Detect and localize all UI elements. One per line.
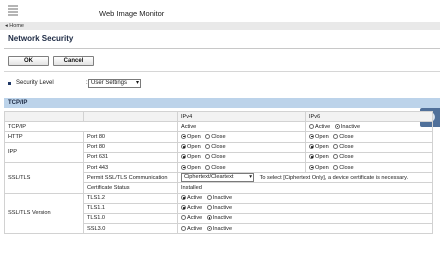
version-label: TLS1.2 <box>83 192 178 204</box>
chevron-down-icon: ▾ <box>135 80 139 86</box>
permit-ssl-select[interactable]: Ciphertext/Cleartext ▾ <box>181 173 254 182</box>
ssl-ipv6-open-radio[interactable]: Open <box>309 164 329 171</box>
radio-icon <box>206 205 212 211</box>
col-ipv6: IPv6 <box>305 110 433 123</box>
radio-selected-icon <box>309 144 314 150</box>
radio-icon <box>205 133 211 139</box>
table-row: SSL/TLS Port 443 Open Close Open Close <box>4 161 433 194</box>
table-row: SSL/TLS Version TLS1.2 Active Inactive <box>4 192 433 235</box>
ipp631-ipv4-open-radio[interactable]: Open <box>181 154 201 160</box>
page-title: Network Security <box>8 34 74 43</box>
radio-icon <box>309 123 314 129</box>
radio-icon <box>333 133 339 139</box>
port-label: Port 631 <box>83 151 178 163</box>
app-title: Web Image Monitor <box>99 9 165 18</box>
radio-icon <box>333 164 339 170</box>
tcpip-ipv6-inactive-radio[interactable]: Inactive <box>334 123 360 130</box>
radio-selected-icon <box>206 225 212 231</box>
ipp80-ipv6-close-radio[interactable]: Close <box>333 144 354 150</box>
http-ipv4-open-radio[interactable]: Open <box>181 133 201 140</box>
tls10-inactive-radio[interactable]: Inactive <box>206 215 232 221</box>
radio-selected-icon <box>334 123 340 129</box>
row-label: IPP <box>4 141 84 163</box>
radio-icon <box>181 225 186 231</box>
ok-button[interactable]: OK <box>8 56 49 66</box>
radio-selected-icon <box>309 164 314 170</box>
radio-selected-icon <box>309 133 314 139</box>
logo-icon <box>8 5 18 17</box>
ipp631-ipv6-open-radio[interactable]: Open <box>309 154 329 160</box>
cancel-button[interactable]: Cancel <box>53 56 94 66</box>
breadcrumb-bar: ◂ Home <box>0 22 440 30</box>
row-label: HTTP <box>4 131 84 143</box>
ipp80-ipv4-close-radio[interactable]: Close <box>205 144 226 150</box>
col-ipv4: IPv4 <box>177 110 306 123</box>
radio-selected-icon <box>206 215 212 221</box>
divider <box>4 71 440 72</box>
certificate-status-label: Certificate Status <box>83 182 178 194</box>
table-row: IPP Port 80 Open Close Open Close <box>4 141 433 163</box>
port-label: Port 80 <box>83 131 178 143</box>
divider <box>4 48 440 49</box>
ssl30-active-radio[interactable]: Active <box>181 225 202 232</box>
security-level-value: User Settings <box>91 80 128 86</box>
ipp80-ipv6-open-radio[interactable]: Open <box>309 144 329 150</box>
radio-selected-icon <box>181 133 186 139</box>
table-header-row: IPv4 IPv6 <box>4 110 433 123</box>
ipp80-ipv4-open-radio[interactable]: Open <box>181 144 201 150</box>
ssl-ipv6-close-radio[interactable]: Close <box>333 164 354 171</box>
row-label: TCP/IP <box>4 121 178 133</box>
version-label: TLS1.0 <box>83 212 178 225</box>
chevron-down-icon: ▾ <box>249 174 252 181</box>
top-bar: Web Image Monitor <box>0 0 440 22</box>
port-label: Port 80 <box>83 141 178 153</box>
radio-icon <box>206 195 212 201</box>
table-row: HTTP Port 80 Open Close Open Close <box>4 131 433 143</box>
security-level-select[interactable]: User Settings ▾ <box>88 79 141 88</box>
http-ipv6-close-radio[interactable]: Close <box>333 133 354 140</box>
ipp631-ipv6-close-radio[interactable]: Close <box>333 154 354 160</box>
http-ipv4-close-radio[interactable]: Close <box>205 133 226 140</box>
certificate-note: To select [Ciphertext Only], a device ce… <box>259 174 409 181</box>
tcpip-settings-table: IPv4 IPv6 TCP/IP Active Active Inactive … <box>4 110 433 235</box>
radio-icon <box>181 215 186 221</box>
radio-selected-icon <box>309 154 314 160</box>
row-label: SSL/TLS Version <box>4 192 84 235</box>
tcpip-ipv4-status: Active <box>177 121 306 133</box>
radio-icon <box>205 164 211 170</box>
certificate-status-value: Installed <box>177 182 433 194</box>
radio-selected-icon <box>181 154 186 160</box>
tls10-active-radio[interactable]: Active <box>181 215 202 221</box>
ssl30-inactive-radio[interactable]: Inactive <box>206 225 232 232</box>
bullet-icon <box>8 82 11 85</box>
radio-selected-icon <box>181 144 186 150</box>
radio-selected-icon <box>181 164 186 170</box>
home-link[interactable]: ◂ Home <box>5 23 24 29</box>
radio-icon <box>205 144 211 150</box>
port-label: Port 443 <box>83 161 178 174</box>
radio-icon <box>205 154 211 160</box>
section-header: TCP/IP <box>4 98 440 108</box>
ssl-ipv4-open-radio[interactable]: Open <box>181 164 201 171</box>
tls12-inactive-radio[interactable]: Inactive <box>206 195 232 201</box>
radio-selected-icon <box>181 195 186 201</box>
ssl-ipv4-close-radio[interactable]: Close <box>205 164 226 171</box>
tcpip-ipv6-active-radio[interactable]: Active <box>309 123 330 130</box>
table-row: TCP/IP Active Active Inactive <box>4 121 433 133</box>
tls12-active-radio[interactable]: Active <box>181 195 202 201</box>
radio-icon <box>333 154 339 160</box>
radio-icon <box>333 144 339 150</box>
ipp631-ipv4-close-radio[interactable]: Close <box>205 154 226 160</box>
version-label: SSL3.0 <box>83 223 178 235</box>
permit-ssl-label: Permit SSL/TLS Communication <box>83 172 178 184</box>
section-label: TCP/IP <box>8 99 28 106</box>
security-level-label: Security Level <box>16 80 54 86</box>
row-label: SSL/TLS <box>4 161 84 194</box>
http-ipv6-open-radio[interactable]: Open <box>309 133 329 140</box>
version-label: TLS1.1 <box>83 202 178 214</box>
tls11-active-radio[interactable]: Active <box>181 205 202 211</box>
radio-selected-icon <box>181 205 186 211</box>
tls11-inactive-radio[interactable]: Inactive <box>206 205 232 211</box>
